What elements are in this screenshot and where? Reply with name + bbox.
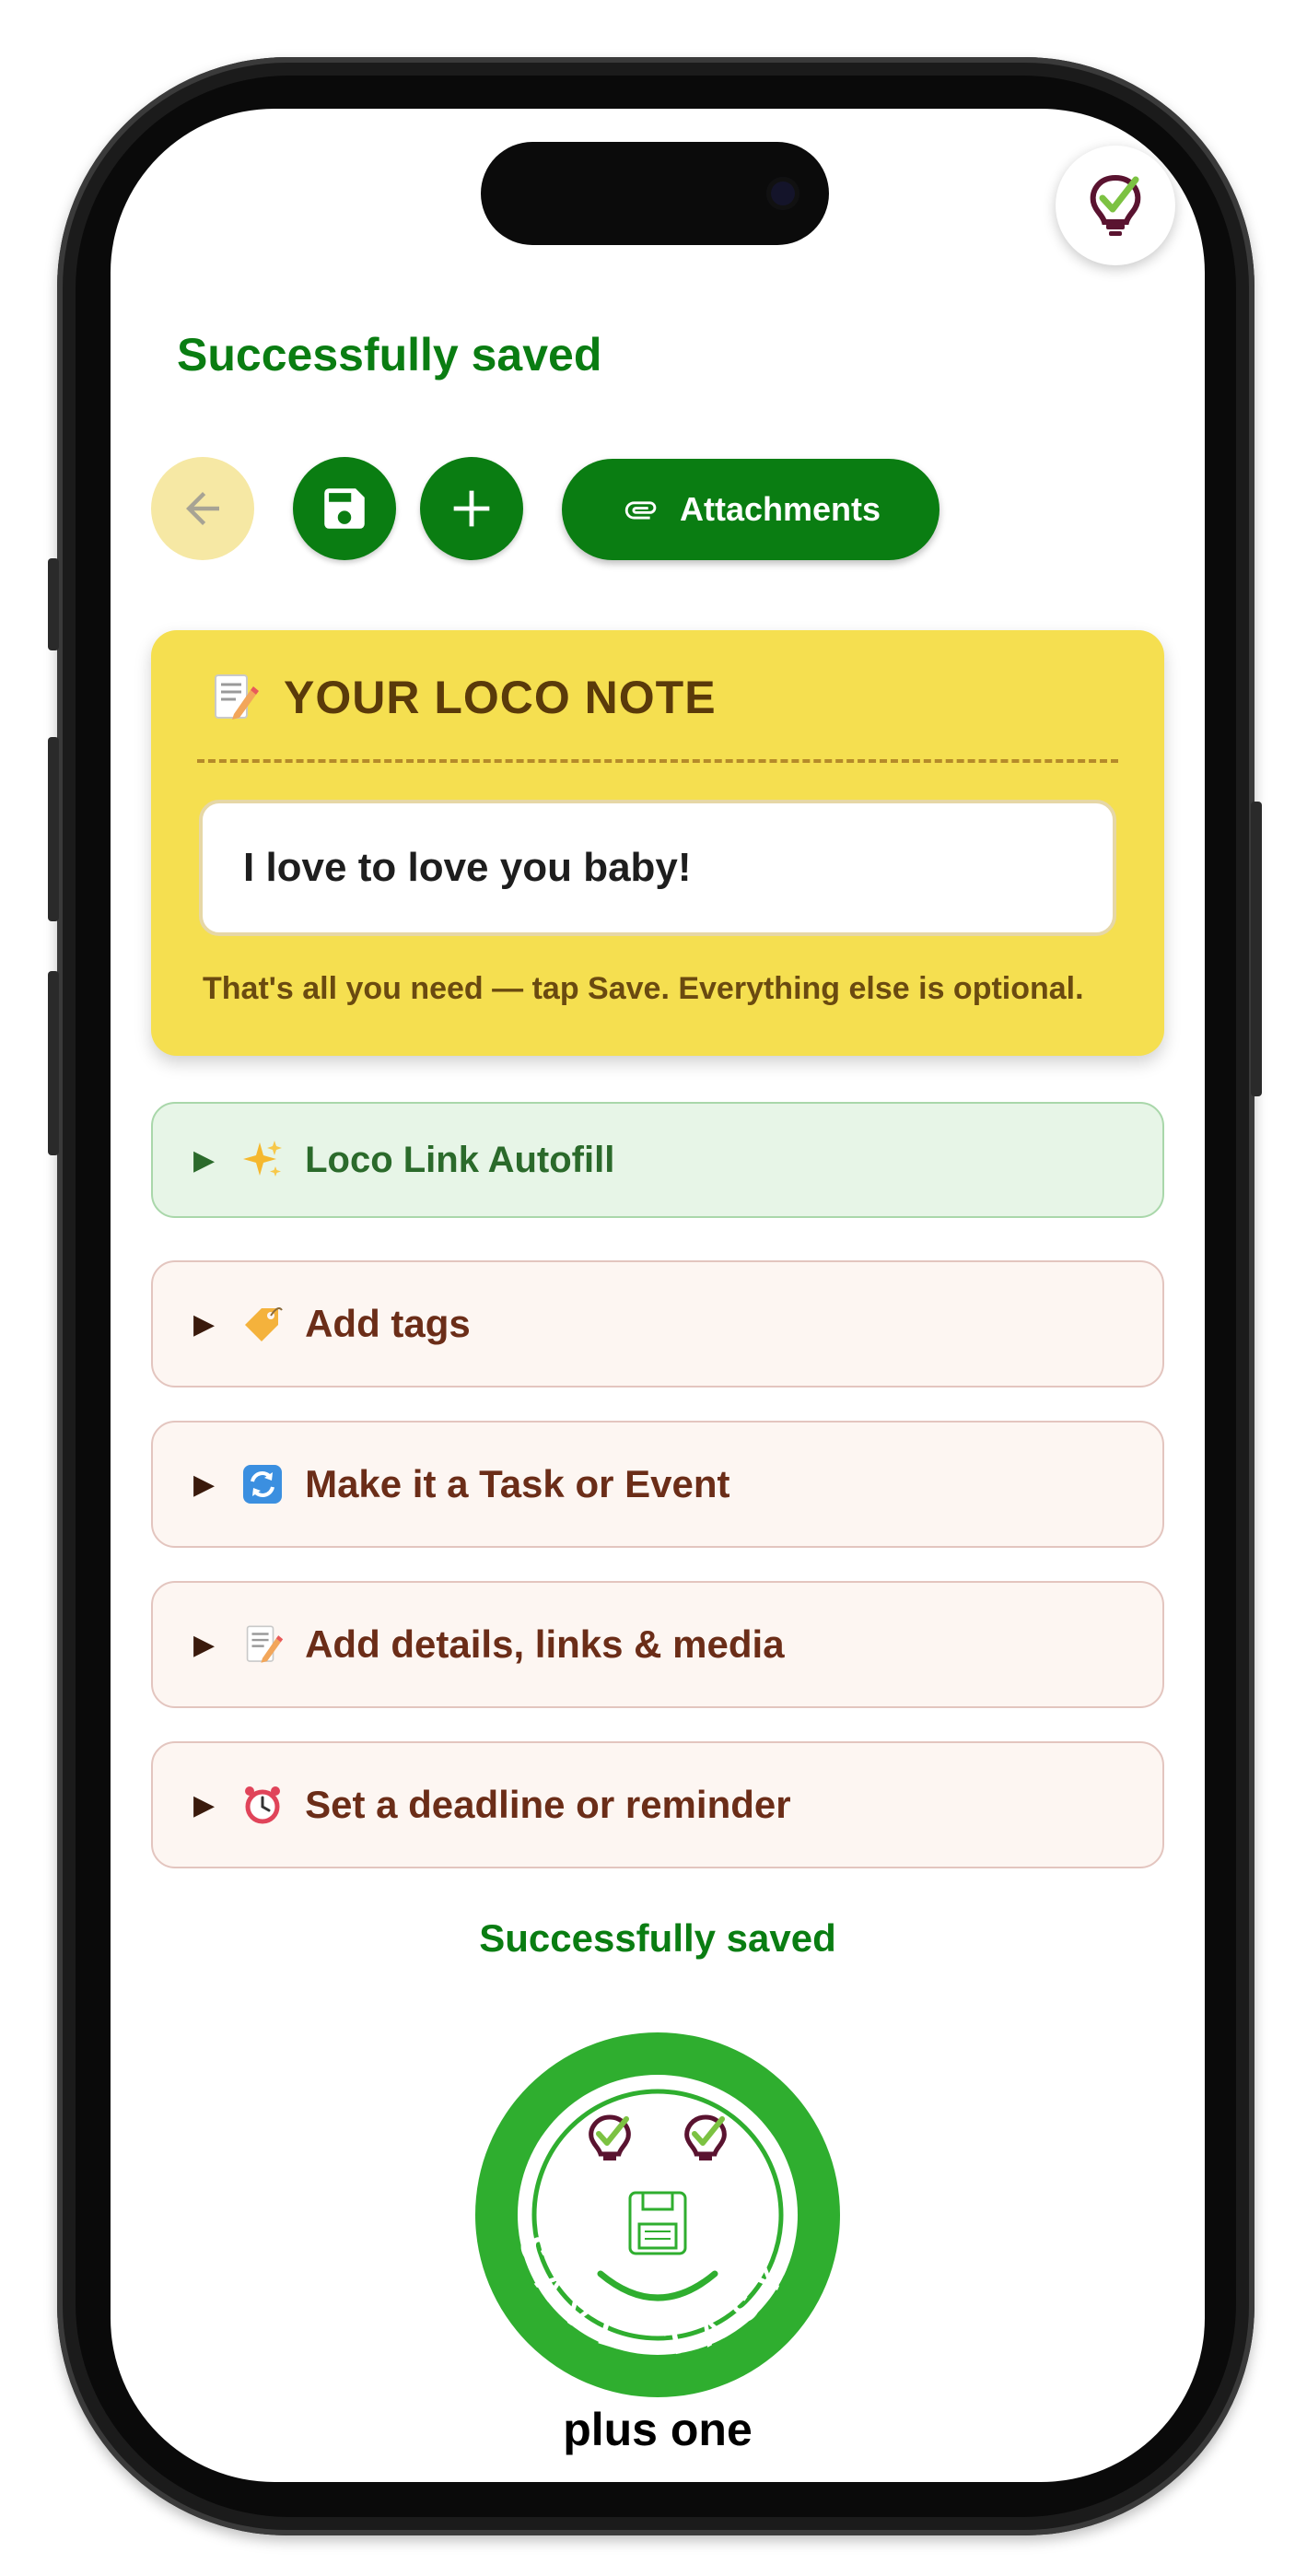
arrow-left-icon bbox=[186, 492, 219, 525]
save-task-badge[interactable]: SAVE TASK bbox=[473, 2031, 842, 2399]
section-task-or-event[interactable]: ▶ Make it a Task or Event bbox=[151, 1421, 1164, 1548]
save-status-top: Successfully saved bbox=[177, 329, 602, 381]
power-button bbox=[1251, 802, 1262, 1096]
section-label: Add tags bbox=[305, 1302, 471, 1345]
save-button[interactable] bbox=[293, 457, 396, 560]
volume-up-button bbox=[48, 737, 59, 921]
volume-down-button bbox=[48, 971, 59, 1155]
section-label: Add details, links & media bbox=[305, 1622, 785, 1666]
dynamic-island bbox=[481, 142, 829, 245]
note-hint: That's all you need — tap Save. Everythi… bbox=[203, 971, 1084, 1006]
plus-icon bbox=[453, 490, 490, 527]
disclosure-triangle-icon: ▶ bbox=[193, 1308, 216, 1340]
action-button bbox=[48, 558, 59, 650]
loco-note-card: YOUR LOCO NOTE I love to love you baby! … bbox=[151, 630, 1164, 1056]
section-loco-link-autofill[interactable]: ▶ Loco Link Autofill bbox=[151, 1102, 1164, 1218]
note-divider bbox=[197, 759, 1118, 763]
badge-caption: plus one bbox=[563, 2404, 753, 2455]
section-label: Make it a Task or Event bbox=[305, 1462, 730, 1505]
attachments-button[interactable]: Attachments bbox=[562, 459, 939, 560]
memo-icon bbox=[215, 674, 259, 720]
section-details-links-media[interactable]: ▶ Add details, links & media bbox=[151, 1581, 1164, 1708]
disclosure-triangle-icon: ▶ bbox=[193, 1469, 216, 1500]
paperclip-icon bbox=[624, 501, 657, 520]
floppy-disk-icon bbox=[324, 488, 365, 529]
app-logo-avatar[interactable] bbox=[1056, 146, 1175, 265]
note-header: YOUR LOCO NOTE bbox=[208, 671, 717, 724]
section-add-tags[interactable]: ▶ Add tags bbox=[151, 1260, 1164, 1388]
note-text-field[interactable]: I love to love you baby! bbox=[199, 800, 1116, 936]
section-deadline-reminder[interactable]: ▶ Set a deadline or reminder bbox=[151, 1741, 1164, 1868]
add-note-button[interactable] bbox=[420, 457, 523, 560]
memo-icon bbox=[240, 1622, 285, 1667]
disclosure-triangle-icon: ▶ bbox=[193, 1144, 216, 1176]
sparkles-icon bbox=[240, 1138, 285, 1182]
section-label: Loco Link Autofill bbox=[305, 1139, 615, 1180]
app-screen: Successfully saved Attachments YOUR LOCO… bbox=[111, 109, 1205, 2482]
section-label: Set a deadline or reminder bbox=[305, 1783, 791, 1826]
disclosure-triangle-icon: ▶ bbox=[193, 1789, 216, 1821]
alarm-clock-icon bbox=[240, 1783, 285, 1827]
attachments-label: Attachments bbox=[679, 490, 881, 528]
lightbulb-check-icon bbox=[1090, 174, 1141, 236]
save-status-bottom: Successfully saved bbox=[479, 1916, 836, 1960]
disclosure-triangle-icon: ▶ bbox=[193, 1629, 216, 1660]
back-button[interactable] bbox=[151, 457, 254, 560]
repeat-icon bbox=[240, 1462, 285, 1506]
front-camera bbox=[766, 177, 799, 210]
note-heading: YOUR LOCO NOTE bbox=[284, 672, 717, 723]
tag-icon bbox=[240, 1302, 285, 1346]
